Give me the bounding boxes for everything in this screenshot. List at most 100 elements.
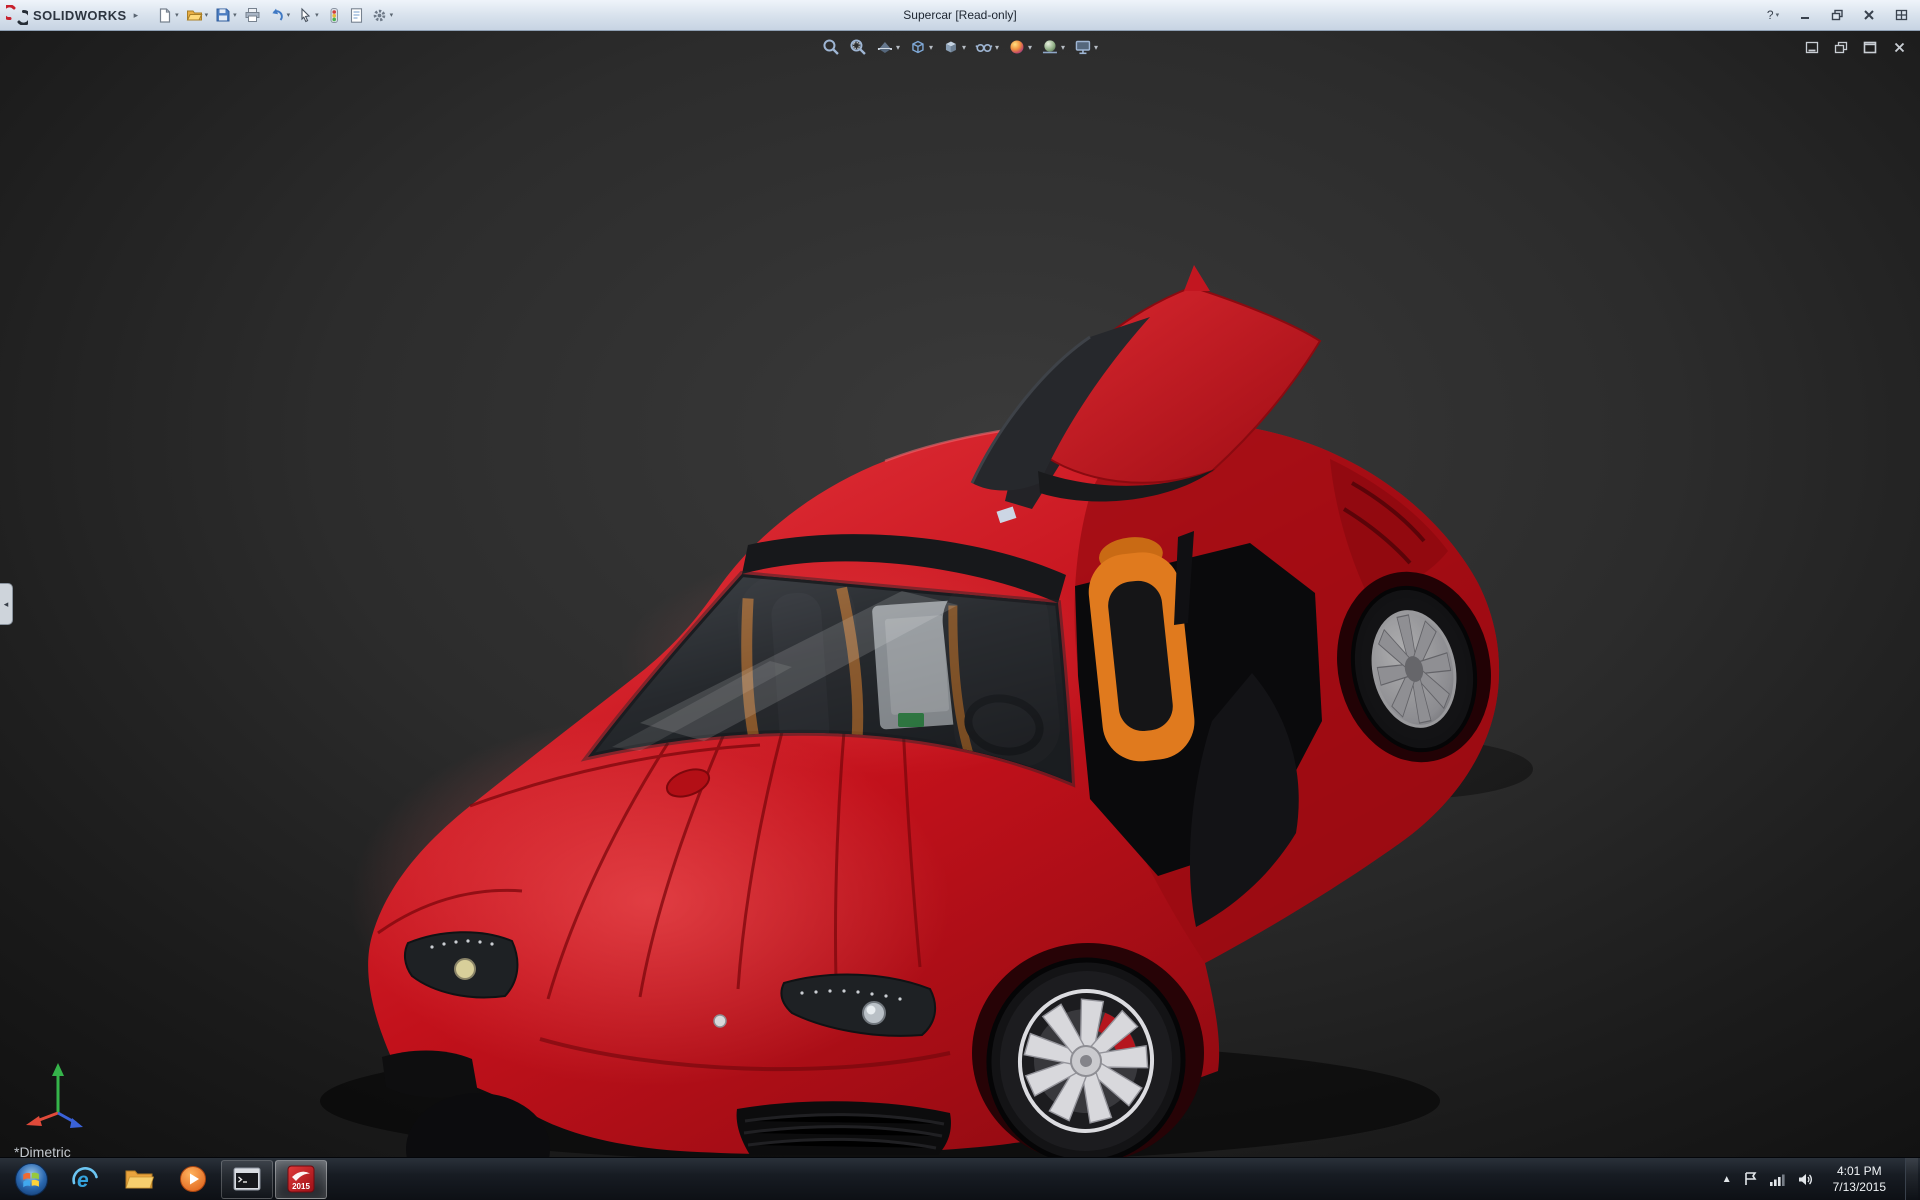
zoom-to-area-button[interactable] <box>846 36 870 58</box>
clock-time: 4:01 PM <box>1833 1163 1886 1179</box>
standard-toolbar: ▾ ▾ ▾ <box>154 3 396 27</box>
edit-appearance-button[interactable]: ▾ <box>1005 36 1035 58</box>
doc-restore-button[interactable] <box>1830 38 1852 56</box>
minimize-button[interactable] <box>1792 5 1818 25</box>
folder-icon <box>124 1165 154 1193</box>
help-button[interactable]: ? ▾ <box>1760 5 1786 25</box>
zoom-to-area-icon <box>849 38 867 56</box>
desktop-screen: SOLIDWORKS ▸ ▾ ▾ <box>0 0 1920 1200</box>
save-button[interactable]: ▾ <box>212 3 240 27</box>
options-gear-icon <box>371 7 388 24</box>
dropdown-icon[interactable]: ▾ <box>1776 11 1780 19</box>
show-desktop-button[interactable] <box>1905 1158 1918 1200</box>
taskbar-item-file-explorer[interactable] <box>113 1160 165 1199</box>
model-render[interactable] <box>0 31 1920 1157</box>
display-style-icon <box>942 38 960 56</box>
graphics-area[interactable]: ▾ ▾ ▾ <box>0 31 1920 1157</box>
view-orientation-label: *Dimetric <box>14 1144 71 1157</box>
app-titlebar: SOLIDWORKS ▸ ▾ ▾ <box>0 0 1920 31</box>
apply-scene-icon <box>1041 38 1059 56</box>
doc-minimize-icon <box>1805 41 1819 54</box>
new-document-button[interactable]: ▾ <box>154 3 182 27</box>
taskbar-item-solidworks[interactable]: 2015 <box>275 1160 327 1199</box>
start-button[interactable] <box>5 1160 57 1199</box>
minimize-icon <box>1799 9 1811 21</box>
display-style-button[interactable]: ▾ <box>939 36 969 58</box>
edit-appearance-icon <box>1008 38 1026 56</box>
panel-collapse-icon: ◂ <box>4 599 9 610</box>
print-icon <box>244 7 261 23</box>
svg-text:e: e <box>77 1169 89 1192</box>
dropdown-icon[interactable]: ▾ <box>1094 43 1098 52</box>
show-hidden-icons-button[interactable]: ▲ <box>1722 1174 1732 1185</box>
view-settings-icon <box>1074 38 1092 56</box>
open-button[interactable]: ▾ <box>183 3 212 27</box>
window-controls: ? ▾ <box>1760 5 1914 25</box>
dropdown-icon[interactable]: ▾ <box>995 43 999 52</box>
internet-explorer-icon: e <box>70 1164 100 1194</box>
file-properties-button[interactable] <box>346 3 367 27</box>
brand-name: SOLIDWORKS <box>33 8 127 23</box>
zoom-to-fit-button[interactable] <box>819 36 843 58</box>
panes-button[interactable] <box>1888 5 1914 25</box>
dropdown-icon[interactable]: ▾ <box>1028 43 1032 52</box>
print-button[interactable] <box>241 3 264 27</box>
taskbar-item-command-prompt[interactable] <box>221 1160 273 1199</box>
section-view-button[interactable]: ▾ <box>873 36 903 58</box>
dropdown-icon[interactable]: ▾ <box>205 11 209 19</box>
panes-icon <box>1895 9 1908 21</box>
media-player-icon <box>178 1164 208 1194</box>
action-center-icon[interactable] <box>1743 1171 1758 1187</box>
doc-close-icon <box>1893 41 1906 54</box>
app-brand: SOLIDWORKS ▸ <box>6 5 138 25</box>
select-button[interactable]: ▾ <box>294 3 322 27</box>
dropdown-icon[interactable]: ▾ <box>390 11 394 19</box>
view-orientation-button[interactable]: ▾ <box>906 36 936 58</box>
dropdown-icon[interactable]: ▾ <box>929 43 933 52</box>
close-button[interactable] <box>1856 5 1882 25</box>
restore-icon <box>1831 9 1844 21</box>
hood-badge <box>714 1015 726 1027</box>
dropdown-icon[interactable]: ▾ <box>315 11 319 19</box>
car-model[interactable] <box>350 265 1508 1157</box>
system-clock[interactable]: 4:01 PM 7/13/2015 <box>1825 1163 1894 1195</box>
windows-taskbar: e <box>0 1157 1920 1200</box>
restore-button[interactable] <box>1824 5 1850 25</box>
solidworks-app-icon: 2015 <box>286 1164 316 1194</box>
dropdown-icon[interactable]: ▾ <box>233 11 237 19</box>
dropdown-icon[interactable]: ▾ <box>175 11 179 19</box>
undo-button[interactable]: ▾ <box>265 3 294 27</box>
dropdown-icon[interactable]: ▾ <box>896 43 900 52</box>
rebuild-button[interactable] <box>323 3 345 27</box>
document-title: Supercar [Read-only] <box>903 0 1016 30</box>
taskbar-item-internet-explorer[interactable]: e <box>59 1160 111 1199</box>
feature-panel-tab[interactable]: ◂ <box>0 583 13 625</box>
file-properties-icon <box>349 7 364 24</box>
doc-minimize-button[interactable] <box>1801 38 1823 56</box>
hide-show-items-button[interactable]: ▾ <box>972 36 1002 58</box>
dropdown-icon[interactable]: ▾ <box>962 43 966 52</box>
rebuild-icon <box>326 7 342 24</box>
clock-date: 7/13/2015 <box>1833 1179 1886 1195</box>
taskbar-item-media-player[interactable] <box>167 1160 219 1199</box>
document-window-controls <box>1801 38 1910 56</box>
door-tip <box>1184 265 1210 291</box>
volume-icon[interactable] <box>1797 1172 1814 1187</box>
undo-icon <box>268 7 285 23</box>
apply-scene-button[interactable]: ▾ <box>1038 36 1068 58</box>
doc-maximize-button[interactable] <box>1859 38 1881 56</box>
dropdown-icon[interactable]: ▾ <box>287 11 291 19</box>
view-settings-button[interactable]: ▾ <box>1071 36 1101 58</box>
doc-restore-icon <box>1834 41 1848 54</box>
network-icon[interactable] <box>1769 1172 1786 1187</box>
doc-maximize-icon <box>1863 41 1877 54</box>
solidworks-logo-icon <box>6 5 28 25</box>
menu-expand-icon[interactable]: ▸ <box>134 10 139 21</box>
doc-close-button[interactable] <box>1888 38 1910 56</box>
start-orb-icon <box>14 1162 49 1197</box>
hide-show-items-icon <box>975 38 993 56</box>
dropdown-icon[interactable]: ▾ <box>1061 43 1065 52</box>
heads-up-view-toolbar: ▾ ▾ ▾ <box>819 36 1101 58</box>
view-orientation-icon <box>909 38 927 56</box>
options-button[interactable]: ▾ <box>368 3 397 27</box>
